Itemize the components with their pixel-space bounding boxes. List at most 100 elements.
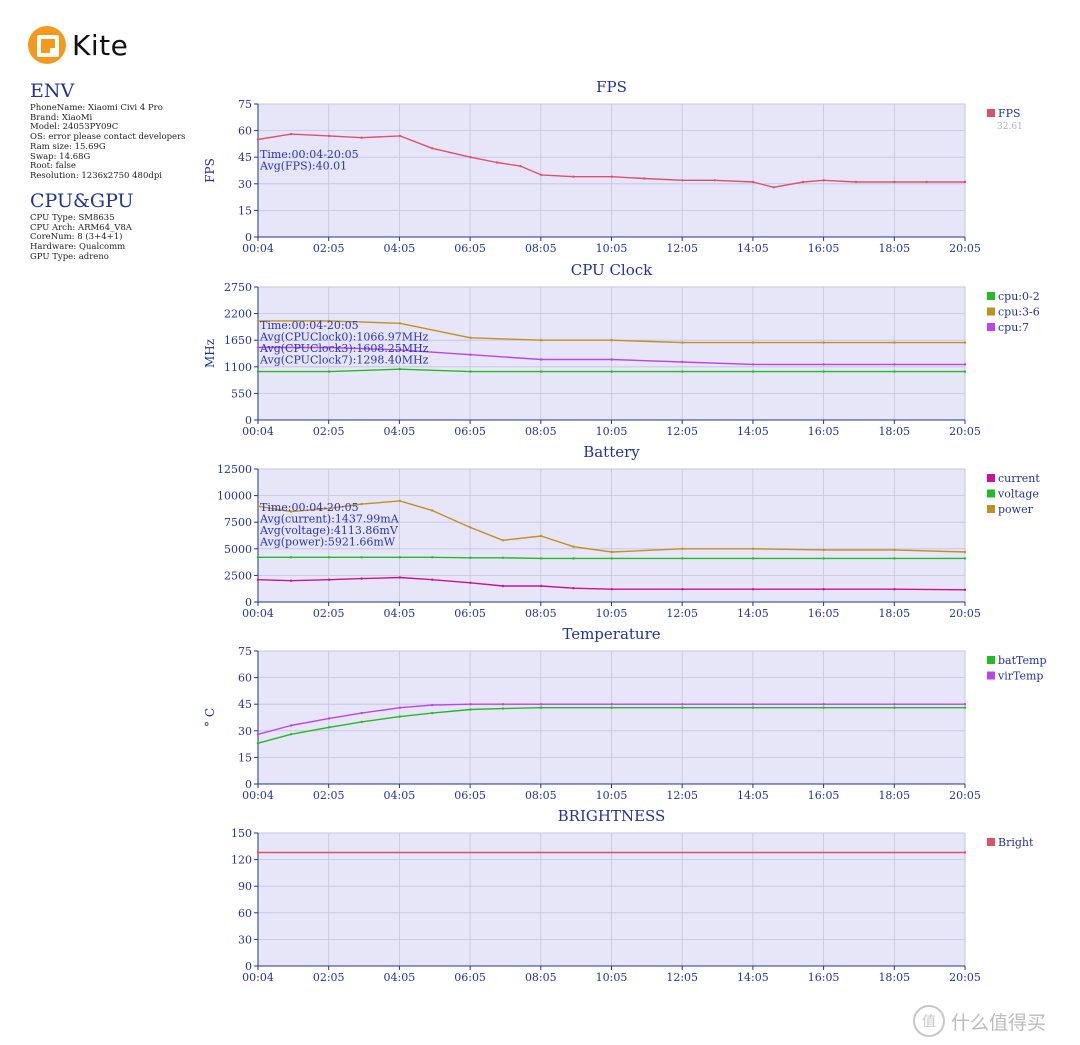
legend-swatch	[987, 292, 995, 300]
data-point	[398, 556, 402, 559]
chart-title: Temperature	[562, 625, 660, 643]
data-point	[751, 703, 755, 706]
data-point	[893, 341, 896, 344]
data-point	[822, 548, 825, 552]
y-tick-label: 2750	[224, 281, 252, 294]
x-tick-label: 04:05	[384, 425, 416, 438]
legend-swatch	[987, 489, 995, 498]
data-point	[256, 578, 260, 581]
data-point	[681, 370, 684, 373]
data-point	[501, 556, 505, 559]
x-tick-label: 04:05	[384, 607, 416, 620]
data-point	[431, 147, 434, 150]
data-point	[328, 134, 331, 138]
data-point	[289, 733, 293, 736]
x-tick-label: 14:05	[737, 971, 769, 984]
chart-4: BRIGHTNESS00:04 02:05 04:05 06:05 08:05 10:05…	[231, 807, 1034, 984]
data-point	[360, 577, 363, 580]
x-tick-label: 16:05	[808, 242, 840, 255]
data-point	[822, 703, 825, 706]
data-point	[822, 706, 825, 709]
data-point	[398, 576, 402, 579]
data-point	[751, 370, 755, 373]
chart-title: BRIGHTNESS	[558, 807, 666, 825]
y-tick-label: 30	[238, 933, 252, 946]
data-point	[610, 706, 613, 709]
data-point	[610, 550, 613, 554]
data-point	[256, 851, 260, 854]
x-tick-label: 12:05	[666, 607, 698, 620]
data-point	[963, 706, 967, 709]
data-point	[360, 556, 363, 559]
data-point	[822, 179, 825, 182]
chart-1: CPU Clock00:04 02:05 04:05 06:05 08:05 10:05 1…	[203, 261, 1040, 438]
data-point	[610, 703, 613, 706]
data-point	[643, 177, 646, 180]
x-tick-label: 14:05	[737, 607, 769, 620]
data-point	[501, 703, 505, 706]
data-point	[893, 370, 896, 373]
y-tick-label: 15	[238, 751, 252, 764]
data-point	[328, 370, 331, 373]
legend-label: cpu:0-2	[998, 290, 1040, 303]
legend-label: virTemp	[997, 670, 1043, 683]
x-tick-label: 02:05	[313, 607, 345, 620]
chart-title: Battery	[583, 443, 640, 461]
legend-label: batTemp	[998, 654, 1047, 667]
data-point	[963, 363, 967, 366]
x-tick-label: 10:05	[596, 242, 628, 255]
x-tick-label: 20:05	[949, 789, 981, 802]
data-point	[963, 370, 967, 373]
data-point	[469, 703, 472, 706]
watermark: 值 什么值得买	[913, 1005, 1046, 1037]
legend-swatch	[987, 656, 995, 664]
y-tick-label: 0	[245, 231, 252, 244]
legend-swatch	[987, 109, 995, 117]
data-point	[963, 588, 967, 591]
x-tick-label: 20:05	[949, 425, 981, 438]
y-axis-label: MHz	[203, 339, 217, 368]
chart-2: Battery00:04 02:05 04:05 06:05 08:05 10:05 12:…	[217, 443, 1040, 620]
data-point	[822, 363, 825, 366]
data-point	[751, 547, 755, 550]
data-point	[801, 180, 805, 184]
data-point	[822, 370, 825, 373]
data-point	[495, 161, 499, 164]
x-tick-label: 18:05	[878, 971, 910, 984]
x-tick-label: 18:05	[878, 607, 910, 620]
data-point	[572, 545, 575, 548]
data-point	[398, 499, 402, 503]
data-point	[572, 557, 575, 560]
data-point	[469, 370, 472, 373]
x-tick-label: 06:05	[454, 425, 486, 438]
x-tick-label: 08:05	[525, 607, 557, 620]
data-point	[963, 703, 967, 706]
y-tick-label: 7500	[224, 516, 252, 529]
data-point	[540, 534, 543, 538]
y-tick-label: 2200	[224, 308, 252, 321]
x-tick-label: 20:05	[949, 971, 981, 984]
x-tick-label: 12:05	[666, 242, 698, 255]
data-point	[713, 179, 716, 182]
data-point	[360, 136, 363, 139]
data-point	[398, 322, 402, 325]
data-point	[469, 353, 472, 356]
x-tick-label: 08:05	[525, 971, 557, 984]
x-tick-label: 14:05	[737, 789, 769, 802]
legend-swatch	[987, 671, 995, 680]
data-point	[893, 703, 896, 706]
data-point	[540, 584, 543, 588]
x-tick-label: 12:05	[666, 971, 698, 984]
x-tick-label: 16:05	[808, 425, 840, 438]
x-tick-label: 18:05	[878, 242, 910, 255]
data-point	[256, 346, 260, 349]
x-tick-label: 18:05	[878, 425, 910, 438]
data-point	[681, 360, 684, 364]
x-tick-label: 08:05	[525, 425, 557, 438]
data-point	[540, 173, 543, 177]
data-point	[540, 358, 543, 361]
data-point	[822, 588, 825, 591]
legend-swatch	[987, 323, 995, 331]
data-point	[610, 339, 613, 342]
data-point	[540, 557, 543, 560]
